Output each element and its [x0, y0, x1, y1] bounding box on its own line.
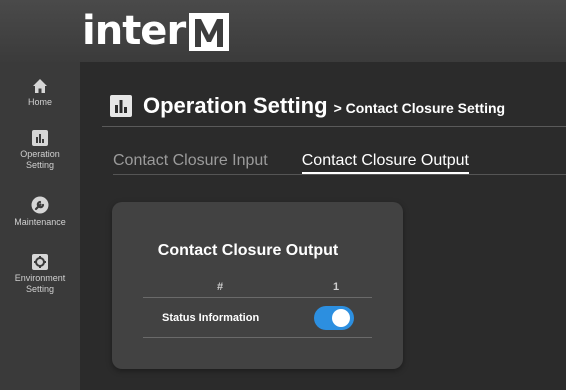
page-header: Operation Setting > Contact Closure Sett… — [110, 92, 505, 120]
page-title: Operation Setting — [143, 93, 328, 118]
row-divider — [143, 297, 372, 298]
sidebar-item-maintenance[interactable]: Maintenance — [0, 196, 80, 228]
logo-m-mark — [189, 13, 230, 51]
sidebar-item-environment-setting[interactable]: Environment Setting — [0, 254, 80, 295]
header-divider — [102, 126, 566, 127]
sidebar-item-label: Operation Setting — [20, 149, 60, 170]
sidebar-item-home[interactable]: Home — [0, 78, 80, 108]
wrench-icon — [31, 196, 49, 214]
top-bar: inter — [0, 0, 566, 62]
toggle-knob — [332, 309, 350, 327]
bar-chart-icon — [110, 95, 132, 117]
bar-chart-icon — [32, 130, 48, 146]
brand-logo[interactable]: inter — [82, 8, 230, 54]
sidebar-item-label: Maintenance — [14, 217, 66, 227]
column-header-hash: # — [216, 281, 224, 293]
sidebar-item-label: Environment Setting — [14, 273, 66, 294]
tab-bar: Contact Closure Input Contact Closure Ou… — [113, 152, 503, 176]
sidebar-item-operation-setting[interactable]: Operation Setting — [0, 130, 80, 171]
sidebar-item-label: Home — [27, 97, 52, 107]
card-title: Contact Closure Output — [157, 242, 339, 259]
tab-contact-closure-output[interactable]: Contact Closure Output — [301, 152, 469, 174]
row-divider — [143, 337, 372, 338]
logo-text: inter — [82, 8, 186, 54]
gear-icon — [32, 254, 48, 270]
sidebar: Home Operation Setting Maintenance Envir… — [0, 62, 80, 390]
tab-divider — [113, 174, 566, 175]
column-header-number: 1 — [332, 281, 340, 293]
contact-closure-output-card: Contact Closure Output # 1 Status Inform… — [112, 202, 403, 369]
status-toggle[interactable] — [314, 306, 354, 330]
breadcrumb: > Contact Closure Setting — [333, 100, 506, 116]
home-icon — [33, 79, 47, 93]
logo-m-icon — [189, 13, 230, 51]
tab-contact-closure-input[interactable]: Contact Closure Input — [113, 152, 268, 174]
status-information-label: Status Information — [162, 312, 260, 324]
